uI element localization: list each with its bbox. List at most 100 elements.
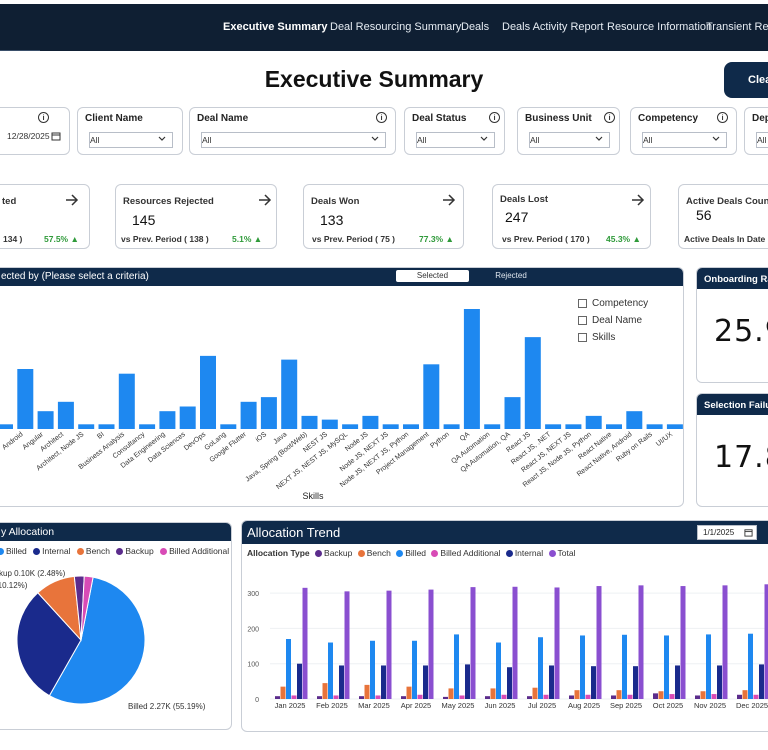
kpi-title: Resources Rejected [123, 196, 214, 207]
skill-tick-label: Data Engineering [120, 431, 167, 470]
checkbox[interactable] [578, 333, 587, 342]
date-input[interactable]: 12/28/2025 [1, 129, 63, 145]
client-name-dropdown[interactable]: All [89, 132, 173, 148]
calendar-icon[interactable] [744, 528, 753, 537]
skill-bar [524, 337, 541, 429]
tab-deals[interactable]: Deals [461, 21, 489, 33]
arrow-right-icon[interactable] [65, 193, 79, 207]
skill-bar [342, 424, 359, 429]
skill-tick-label: QA [459, 431, 472, 443]
checkbox[interactable] [578, 316, 587, 325]
skill-tick-label: Java, Spring (Boot/Web) [244, 431, 308, 483]
trend-bar [364, 684, 370, 699]
y-tick-label: 200 [247, 626, 259, 633]
skill-bar [545, 424, 562, 429]
tab-deal-resourcing-summary[interactable]: Deal Resourcing Summary [330, 21, 461, 33]
trend-bar [538, 637, 543, 699]
info-icon[interactable]: i [489, 112, 500, 123]
skill-tick-label: Python [429, 431, 451, 450]
chevron-down-icon [158, 136, 166, 141]
trend-bar [423, 665, 428, 699]
competency-dropdown[interactable]: All [642, 132, 727, 148]
trend-bar [675, 665, 680, 699]
x-tick-label: Aug 2025 [568, 701, 600, 710]
skill-tick-label: Node JS, NEXT JS [339, 431, 390, 473]
chevron-down-icon [712, 136, 720, 141]
trend-bar [622, 634, 627, 699]
kpi-compare: vs Prev. Period ( 170 ) [502, 234, 590, 244]
pie-label-billed: Billed 2.27K (55.19%) [128, 702, 206, 711]
trend-bar [711, 694, 717, 699]
x-tick-label: May 2025 [442, 701, 475, 710]
arrow-right-icon[interactable] [442, 193, 456, 207]
chevron-down-icon [371, 136, 379, 141]
kpi-compare: Active Deals In Date Ra [684, 234, 768, 244]
skill-tick-label: React Native, Android [576, 431, 634, 478]
info-icon[interactable]: i [38, 112, 49, 123]
skill-bar [565, 424, 582, 429]
kpi-deals-lost: Deals Lost 247 vs Prev. Period ( 170 ) 4… [492, 184, 651, 249]
tab-transient-resources[interactable]: Transient Reso [706, 21, 768, 33]
skill-tick-label: QA Automation, QA [460, 431, 512, 474]
panel-title: ected by (Please select a criteria) [1, 271, 149, 282]
trend-bar [297, 663, 302, 699]
y-tick-label: 300 [247, 591, 259, 598]
kpi-title: Active Deals Count [686, 196, 768, 207]
skill-bar [666, 424, 683, 429]
arrow-right-icon[interactable] [258, 193, 272, 207]
skill-bar [321, 419, 338, 429]
trend-bar [611, 695, 616, 699]
skill-tick-label: DevOps [183, 431, 208, 452]
calendar-icon[interactable] [51, 131, 61, 141]
skill-bar [118, 373, 135, 429]
filter-label: Client Name [85, 113, 143, 124]
page-title: Executive Summary [264, 66, 484, 92]
trend-bar [717, 665, 722, 699]
trend-date-input[interactable]: 1/1/2025 [697, 525, 757, 540]
skill-bar [159, 411, 176, 429]
skill-bar [606, 424, 622, 429]
skill-tick-label: React JS, Node JS, Python [522, 431, 593, 489]
tab-executive-summary[interactable]: Executive Summary [223, 21, 328, 33]
info-icon[interactable]: i [604, 112, 615, 123]
trend-bar [627, 694, 633, 699]
pie-label-bench: (10.12%) [0, 581, 28, 590]
skill-tick-label: Angular [21, 431, 45, 452]
trend-bar [339, 665, 344, 699]
trend-bar [653, 693, 658, 699]
info-icon[interactable]: i [376, 112, 387, 123]
deal-status-dropdown[interactable]: All [416, 132, 495, 148]
trend-bar [543, 694, 549, 699]
x-tick-label: Jun 2025 [485, 701, 516, 710]
y-tick-label: 100 [247, 662, 259, 669]
trend-bar [748, 633, 753, 699]
skill-bar [484, 424, 501, 429]
department-dropdown[interactable]: All [756, 132, 768, 148]
info-icon[interactable]: i [717, 112, 728, 123]
skill-bar [504, 397, 521, 429]
skill-bar [423, 364, 440, 429]
skill-tick-label: React Native [577, 431, 613, 461]
trend-bar [574, 690, 580, 699]
arrow-right-icon[interactable] [631, 193, 645, 207]
toggle-rejected[interactable]: Rejected [473, 270, 549, 282]
checkbox[interactable] [578, 299, 587, 308]
trend-bar [448, 688, 454, 699]
x-tick-label: Apr 2025 [401, 701, 431, 710]
tab-deals-activity-report[interactable]: Deals Activity Report [502, 21, 603, 33]
trend-bar [616, 690, 622, 699]
x-tick-label: Dec 2025 [736, 701, 768, 710]
skill-tick-label: React JS, NEXT JS [520, 431, 573, 474]
trend-bar [658, 691, 664, 699]
filter-label: Deal Name [197, 113, 249, 124]
business-unit-dropdown[interactable]: All [529, 132, 610, 148]
toggle-selected[interactable]: Selected [396, 270, 469, 282]
nav-divider [0, 50, 40, 51]
deal-name-dropdown[interactable]: All [201, 132, 386, 148]
skill-bar [37, 411, 54, 429]
trend-bar [370, 640, 375, 699]
clear-filters-button[interactable]: Clea [724, 62, 768, 98]
kpi-compare: 134 ) [3, 234, 23, 244]
tab-resource-information[interactable]: Resource Information [607, 21, 712, 33]
kpi-active-deals: Active Deals Count 56 Active Deals In Da… [678, 184, 768, 249]
